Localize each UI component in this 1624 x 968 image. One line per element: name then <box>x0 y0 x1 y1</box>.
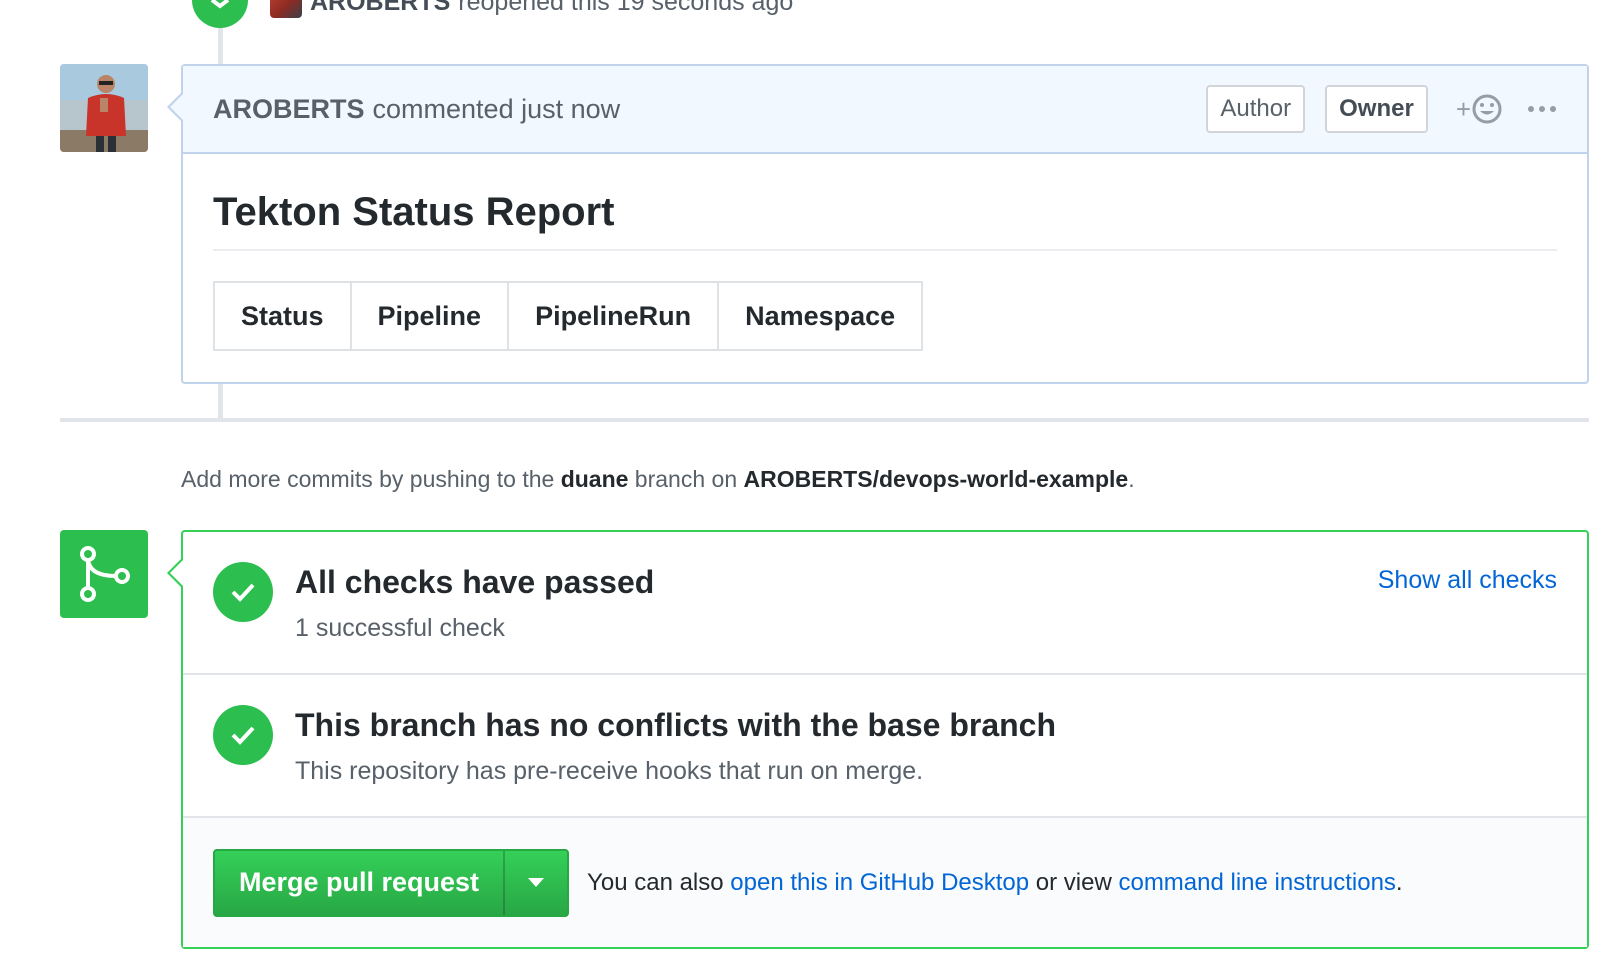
avatar[interactable] <box>60 64 148 152</box>
reopened-badge-icon <box>192 0 248 28</box>
timeline-event: AROBERTS reopened this 19 seconds ago <box>270 0 793 20</box>
event-action: reopened this 19 seconds ago <box>458 0 794 16</box>
author-label: Author <box>1206 85 1306 133</box>
merge-hint-prefix: You can also <box>587 868 731 896</box>
hint-branch: duane <box>560 466 629 492</box>
comment-box: AROBERTS commented just now Author Owner… <box>167 64 1589 384</box>
event-actor[interactable]: AROBERTS <box>310 0 450 17</box>
no-conflicts-icon <box>213 705 273 765</box>
conflicts-title: This branch has no conflicts with the ba… <box>295 707 1057 743</box>
hint-repo: AROBERTS/devops-world-example <box>743 466 1129 492</box>
owner-label: Owner <box>1325 85 1428 133</box>
comment-options-button[interactable] <box>1527 105 1557 113</box>
table-header-pipelinerun: PipelineRun <box>507 281 720 351</box>
hint-suffix: . <box>1128 466 1135 492</box>
merge-button-group: Merge pull request <box>213 848 570 917</box>
add-reaction-button[interactable]: + <box>1456 93 1503 125</box>
conflicts-subtitle: This repository has pre-receive hooks th… <box>295 757 924 785</box>
actor-avatar[interactable] <box>270 0 302 18</box>
conflicts-status-row: This branch has no conflicts with the ba… <box>183 675 1587 818</box>
table-header-pipeline: Pipeline <box>349 281 510 351</box>
comment-action[interactable]: commented just now <box>373 94 621 125</box>
checks-subtitle: 1 successful check <box>295 614 505 642</box>
merge-method-dropdown[interactable] <box>503 850 567 915</box>
report-table: Status Pipeline PipelineRun Namespace <box>213 281 924 351</box>
comment-body: Tekton Status Report Status Pipeline Pip… <box>183 154 1587 381</box>
merge-actions-row: Merge pull request You can also open thi… <box>183 818 1587 947</box>
reaction-plus: + <box>1455 93 1471 124</box>
hint-prefix: Add more commits by pushing to the <box>181 466 561 492</box>
show-all-checks-link[interactable]: Show all checks <box>1378 566 1557 595</box>
merge-hint-suffix: . <box>1395 868 1403 896</box>
comment-header: AROBERTS commented just now Author Owner… <box>183 66 1587 154</box>
triangle-down-icon <box>528 877 545 887</box>
merge-hint: You can also open this in GitHub Desktop… <box>587 869 1403 897</box>
timeline-line-bottom <box>218 384 223 418</box>
table-header-namespace: Namespace <box>717 281 924 351</box>
merge-icon <box>60 530 148 618</box>
comment-author[interactable]: AROBERTS <box>213 94 365 125</box>
checks-status-row: All checks have passed 1 successful chec… <box>183 532 1587 675</box>
merge-pull-request-button[interactable]: Merge pull request <box>215 851 503 915</box>
timeline-divider <box>60 418 1589 422</box>
merge-hint-middle: or view <box>1029 868 1119 896</box>
branch-hint: Add more commits by pushing to the duane… <box>181 466 1135 493</box>
smiley-icon <box>1472 94 1502 124</box>
hint-middle: branch on <box>628 466 744 492</box>
checks-title: All checks have passed <box>295 564 655 600</box>
merge-box: All checks have passed 1 successful chec… <box>167 530 1589 949</box>
table-header-status: Status <box>213 281 352 351</box>
checks-passed-icon <box>213 562 273 622</box>
github-desktop-link[interactable]: open this in GitHub Desktop <box>730 869 1029 896</box>
kebab-horizontal-icon <box>1528 106 1556 112</box>
report-title: Tekton Status Report <box>213 190 1557 251</box>
command-line-link[interactable]: command line instructions <box>1118 869 1395 896</box>
comment-header-actions: Author Owner + <box>1186 85 1557 133</box>
